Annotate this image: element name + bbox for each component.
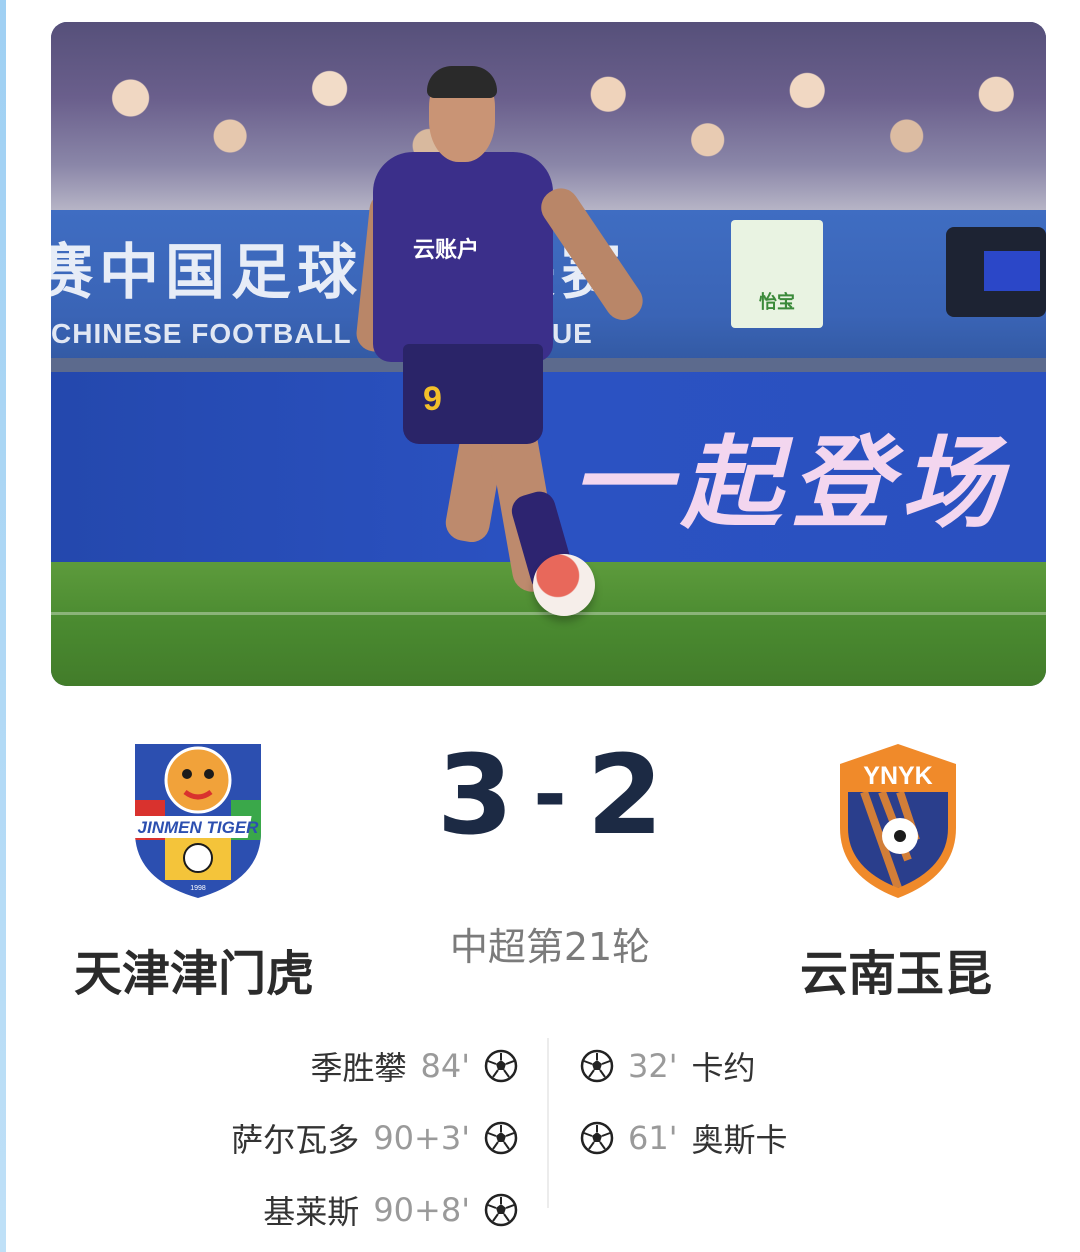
goal-minute: 90+8' (373, 1191, 470, 1229)
soccer-ball-icon (580, 1121, 614, 1155)
away-score: 2 (586, 731, 664, 859)
goal-item: 季胜攀 84' (98, 1030, 518, 1102)
away-logo-text: YNYK (863, 762, 932, 790)
home-team-logo[interactable]: JINMEN TIGER 1998 (113, 740, 269, 902)
home-team-name[interactable]: 天津津门虎 (74, 934, 314, 1004)
scoreline: 3 - 2 (436, 731, 663, 859)
goals-divider (547, 1038, 549, 1208)
jersey-sponsor: 云账户 (413, 237, 480, 262)
goal-scorer[interactable]: 奥斯卡 (692, 1115, 788, 1161)
home-logo-text: JINMEN TIGER (138, 818, 260, 837)
goal-scorer[interactable]: 卡约 (692, 1043, 756, 1089)
away-goals-list: 32' 卡约 61' 奥斯卡 (580, 1030, 1000, 1174)
home-logo-year: 1998 (190, 885, 206, 892)
goal-scorer[interactable]: 萨尔瓦多 (231, 1115, 359, 1161)
home-goals-list: 季胜攀 84' 萨尔瓦多 90+3' 基莱斯 90+8' (98, 1030, 518, 1246)
round-label: 中超第21轮 (449, 925, 651, 969)
goal-scorer[interactable]: 季胜攀 (310, 1043, 406, 1089)
goal-scorer[interactable]: 基莱斯 (263, 1187, 359, 1233)
goal-minute: 32' (628, 1047, 678, 1085)
football (533, 554, 595, 616)
away-team-logo[interactable]: YNYK (836, 740, 960, 902)
goal-item: 萨尔瓦多 90+3' (98, 1102, 518, 1174)
soccer-ball-icon (580, 1049, 614, 1083)
goal-item: 基莱斯 90+8' (98, 1174, 518, 1246)
goal-minute: 84' (420, 1047, 470, 1085)
home-score: 3 (436, 731, 514, 859)
score-separator: - (533, 748, 567, 841)
soccer-ball-icon (484, 1049, 518, 1083)
away-team-name[interactable]: 云南玉昆 (800, 934, 992, 1004)
goal-item: 61' 奥斯卡 (580, 1102, 1000, 1174)
soccer-ball-icon (484, 1121, 518, 1155)
goal-item: 32' 卡约 (580, 1030, 1000, 1102)
goal-minute: 61' (628, 1119, 678, 1157)
hero-photo[interactable]: 赛中国足球超级联赛 CHINESE FOOTBALL SUPER LEAGUE … (51, 22, 1046, 686)
goal-minute: 90+3' (373, 1119, 470, 1157)
jersey-number: 9 (423, 380, 442, 418)
player: 云账户 9 (51, 22, 1046, 686)
soccer-ball-icon (484, 1193, 518, 1227)
